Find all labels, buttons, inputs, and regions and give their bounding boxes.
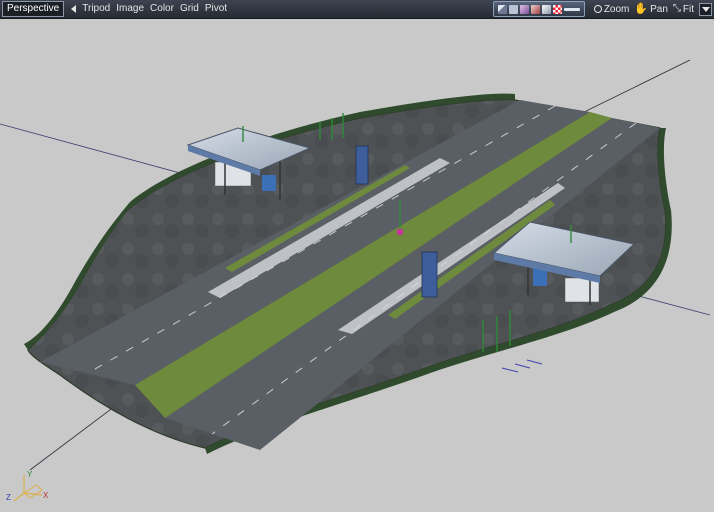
smooth-shade-icon[interactable]	[519, 4, 529, 14]
pan-hand-icon: ✋	[634, 3, 649, 15]
fit-icon: ⤡	[672, 3, 681, 14]
dropdown-arrow	[701, 6, 710, 12]
price-sign-left[interactable]	[355, 145, 369, 185]
gizmo-z-label: Z	[6, 493, 11, 502]
wireframe-icon[interactable]	[497, 4, 507, 14]
pump-left	[262, 175, 276, 191]
pan-label: Pan	[650, 3, 668, 15]
pan-tool[interactable]: ✋ Pan	[634, 4, 668, 15]
shading-tool-strip	[492, 1, 585, 17]
texture-icon[interactable]	[530, 4, 540, 14]
edge-icon[interactable]	[563, 7, 580, 11]
gizmo-y-label: Y	[27, 470, 33, 479]
fit-tool[interactable]: ⤡ Fit	[673, 4, 694, 15]
zoom-icon	[593, 5, 602, 13]
gizmo-x-label: X	[43, 491, 49, 500]
menu-color[interactable]: Color	[150, 3, 174, 15]
menu-grid[interactable]: Grid	[180, 3, 199, 15]
zoom-tool[interactable]: Zoom	[593, 3, 630, 15]
pivot-marker[interactable]	[397, 229, 403, 235]
zoom-label: Zoom	[603, 3, 630, 15]
price-sign-right[interactable]	[421, 251, 438, 298]
menu-image[interactable]: Image	[116, 3, 144, 15]
menu-tripod[interactable]: Tripod	[82, 3, 110, 15]
grid-markers	[501, 359, 543, 373]
lighting-icon[interactable]	[541, 4, 551, 14]
viewport-toolbar: Perspective Tripod Image Color Grid Pivo…	[0, 0, 714, 19]
flat-shade-icon[interactable]	[508, 4, 518, 14]
view-mode-button[interactable]: Perspective	[2, 1, 65, 17]
arrow-left-icon[interactable]	[71, 5, 77, 13]
3d-viewport-window: Perspective Tripod Image Color Grid Pivo…	[0, 0, 714, 512]
gizmo-z-axis	[13, 492, 25, 502]
fit-label: Fit	[682, 3, 694, 15]
axis-gizmo: Y X Z	[6, 465, 54, 505]
menu-pivot[interactable]: Pivot	[205, 3, 227, 15]
gizmo-plane	[23, 484, 43, 499]
3d-viewport[interactable]	[0, 19, 714, 512]
checker-icon[interactable]	[552, 4, 562, 14]
dropdown-icon[interactable]	[699, 2, 712, 16]
